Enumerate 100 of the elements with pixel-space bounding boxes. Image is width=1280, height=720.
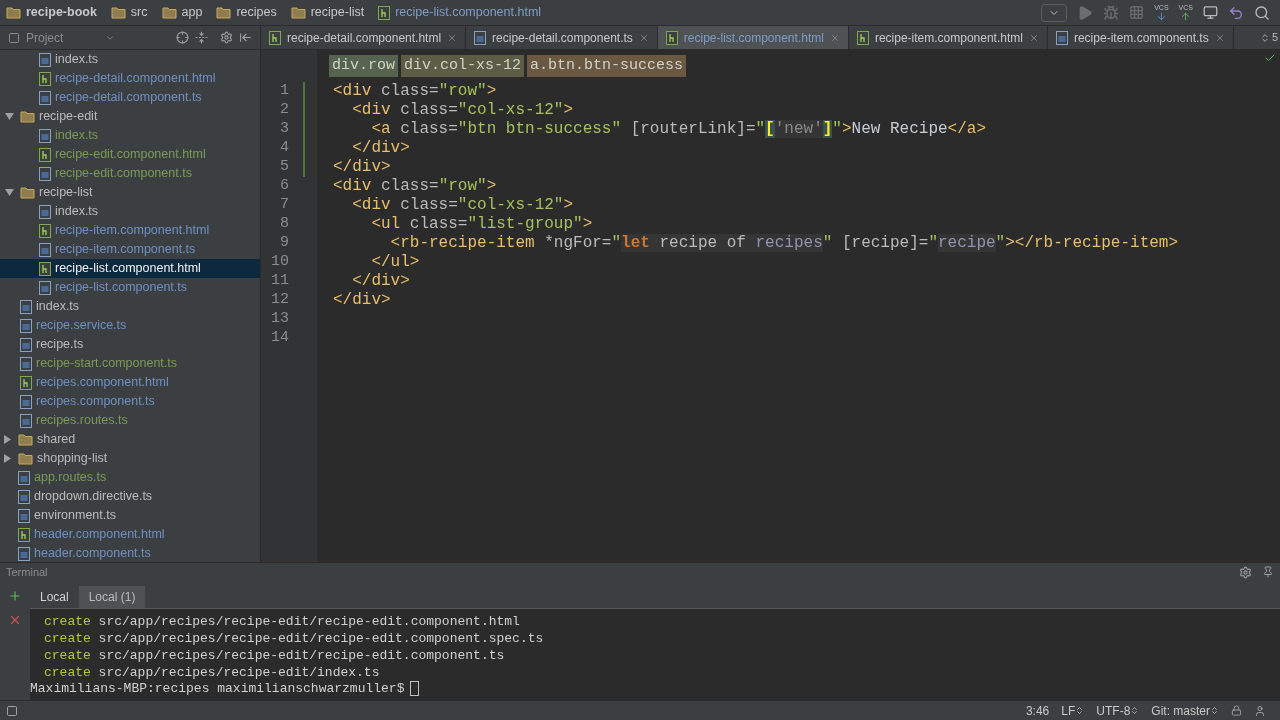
updown-icon xyxy=(1130,706,1140,715)
tree-item-label: header.component.ts xyxy=(34,545,151,562)
html-file-icon xyxy=(20,375,32,390)
tab-overflow-button[interactable]: 5 xyxy=(1255,26,1280,49)
tree-item[interactable]: app.routes.ts xyxy=(0,468,260,487)
tree-item[interactable]: recipes.component.html xyxy=(0,373,260,392)
tree-item[interactable]: recipe-edit.component.html xyxy=(0,145,260,164)
html-file-icon xyxy=(665,30,678,45)
script-file-icon xyxy=(39,242,51,257)
tree-item[interactable]: dropdown.directive.ts xyxy=(0,487,260,506)
settings-icon[interactable] xyxy=(220,31,233,44)
tree-item[interactable]: recipe-item.component.html xyxy=(0,221,260,240)
tree-item-label: recipe.service.ts xyxy=(36,317,127,335)
tab-label: recipe-list.component.html xyxy=(683,29,824,47)
editor-tab[interactable]: recipe-item.component.ts xyxy=(1047,26,1234,49)
tree-item[interactable]: shared xyxy=(0,430,260,449)
tree-item[interactable]: shopping-list xyxy=(0,449,260,468)
html-file-icon xyxy=(39,261,51,276)
tree-item[interactable]: recipe-list.component.html xyxy=(0,259,260,278)
script-file-icon xyxy=(20,299,32,314)
tag-path-item[interactable]: div.row xyxy=(329,54,398,78)
add-icon[interactable] xyxy=(8,589,22,603)
collapse-icon[interactable] xyxy=(195,31,208,44)
breadcrumb-item[interactable]: recipe-list.component.html xyxy=(395,3,542,22)
folder-icon xyxy=(20,110,35,123)
tree-item[interactable]: recipe-list.component.ts xyxy=(0,278,260,297)
script-file-icon xyxy=(39,280,51,295)
html-file-icon xyxy=(18,527,30,542)
status-item[interactable]: Git: master xyxy=(1151,701,1219,720)
tree-item[interactable]: index.ts xyxy=(0,202,260,221)
tree-item[interactable]: recipes.component.ts xyxy=(0,392,260,411)
status-item[interactable]: 3:46 xyxy=(1025,701,1050,720)
pin-icon[interactable] xyxy=(1262,566,1274,578)
revert-button[interactable] xyxy=(1228,4,1244,21)
expanded-arrow-icon[interactable] xyxy=(4,112,14,121)
tree-item[interactable]: index.ts xyxy=(0,50,260,69)
collapsed-arrow-icon[interactable] xyxy=(2,454,12,463)
updown-icon xyxy=(1075,706,1085,715)
breadcrumb-item[interactable]: recipe-book xyxy=(26,3,97,22)
editor-tab[interactable]: recipe-detail.component.html xyxy=(261,26,467,49)
tool-windows-icon[interactable] xyxy=(6,704,18,717)
locate-icon[interactable] xyxy=(176,31,189,44)
status-item[interactable]: LF xyxy=(1061,701,1085,720)
close-icon[interactable] xyxy=(829,32,840,43)
close-icon[interactable] xyxy=(1214,32,1225,43)
lock-icon[interactable] xyxy=(1231,705,1242,716)
breadcrumb-item[interactable]: src xyxy=(130,3,148,22)
tree-item-label: recipe-start.component.ts xyxy=(36,355,178,373)
tree-item[interactable]: recipe-item.component.ts xyxy=(0,240,260,259)
close-icon[interactable] xyxy=(1028,32,1039,43)
close-icon[interactable] xyxy=(638,32,649,43)
person-icon[interactable] xyxy=(1254,704,1266,717)
tree-item[interactable]: recipe-list xyxy=(0,183,260,202)
prompt-line: Maximilians-MBP:recipes maximilianschwarzmuller$ xyxy=(30,679,405,698)
folder-icon xyxy=(18,452,33,465)
code-line: <div class="col-xs-12"> xyxy=(351,196,574,215)
search-button[interactable] xyxy=(1254,4,1270,21)
tab-label: recipe-detail.component.ts xyxy=(492,29,633,47)
tag-path-item[interactable]: div.col-xs-12 xyxy=(401,54,525,78)
breadcrumb-item[interactable]: recipe-list xyxy=(310,3,365,22)
collapsed-arrow-icon[interactable] xyxy=(2,435,12,444)
tree-item[interactable]: recipe-detail.component.html xyxy=(0,69,260,88)
tree-item[interactable]: index.ts xyxy=(0,126,260,145)
tree-item[interactable]: environment.ts xyxy=(0,506,260,525)
tree-item[interactable]: header.component.html xyxy=(0,525,260,544)
code-line: <div class="col-xs-12"> xyxy=(351,101,574,120)
close-icon[interactable] xyxy=(447,32,458,43)
terminal-line: create src/app/recipes/recipe-edit/index.ts xyxy=(44,664,380,680)
folder-icon xyxy=(18,433,33,446)
tree-item-label: index.ts xyxy=(36,298,80,316)
history-button[interactable] xyxy=(1203,5,1218,20)
hide-icon[interactable] xyxy=(239,31,252,44)
html-file-icon xyxy=(39,223,51,238)
panel-title[interactable]: Project xyxy=(26,28,64,47)
script-file-icon xyxy=(39,90,51,105)
tree-item[interactable]: recipe-start.component.ts xyxy=(0,354,260,373)
run-config-dropdown[interactable] xyxy=(1041,3,1068,22)
tree-item-label: app.routes.ts xyxy=(34,469,107,487)
tree-item[interactable]: recipe.ts xyxy=(0,335,260,354)
tree-item[interactable]: header.component.ts xyxy=(0,544,260,562)
close-icon[interactable] xyxy=(8,613,22,627)
expanded-arrow-icon[interactable] xyxy=(4,188,14,197)
editor-tab[interactable]: recipe-detail.component.ts xyxy=(466,26,658,49)
breadcrumb-item[interactable]: recipes xyxy=(236,3,277,22)
terminal-tab[interactable]: Local (1) xyxy=(78,586,146,608)
status-item[interactable]: UTF-8 xyxy=(1096,701,1140,720)
tree-item[interactable]: recipe-edit.component.ts xyxy=(0,164,260,183)
tree-item[interactable]: recipe-detail.component.ts xyxy=(0,88,260,107)
breadcrumb-item[interactable]: app xyxy=(181,3,203,22)
editor-tab[interactable]: recipe-item.component.html xyxy=(848,26,1048,49)
line-number: 14 xyxy=(270,328,289,349)
settings-icon[interactable] xyxy=(1239,565,1252,579)
tree-item[interactable]: recipes.routes.ts xyxy=(0,411,260,430)
terminal-tab[interactable]: Local xyxy=(30,586,79,608)
tag-path-item[interactable]: a.btn.btn-success xyxy=(527,54,687,78)
updown-icon xyxy=(1210,706,1219,715)
code-line: <ul class="list-group"> xyxy=(370,215,593,234)
tree-item[interactable]: index.ts xyxy=(0,297,260,316)
tree-item[interactable]: recipe-edit xyxy=(0,107,260,126)
tree-item[interactable]: recipe.service.ts xyxy=(0,316,260,335)
